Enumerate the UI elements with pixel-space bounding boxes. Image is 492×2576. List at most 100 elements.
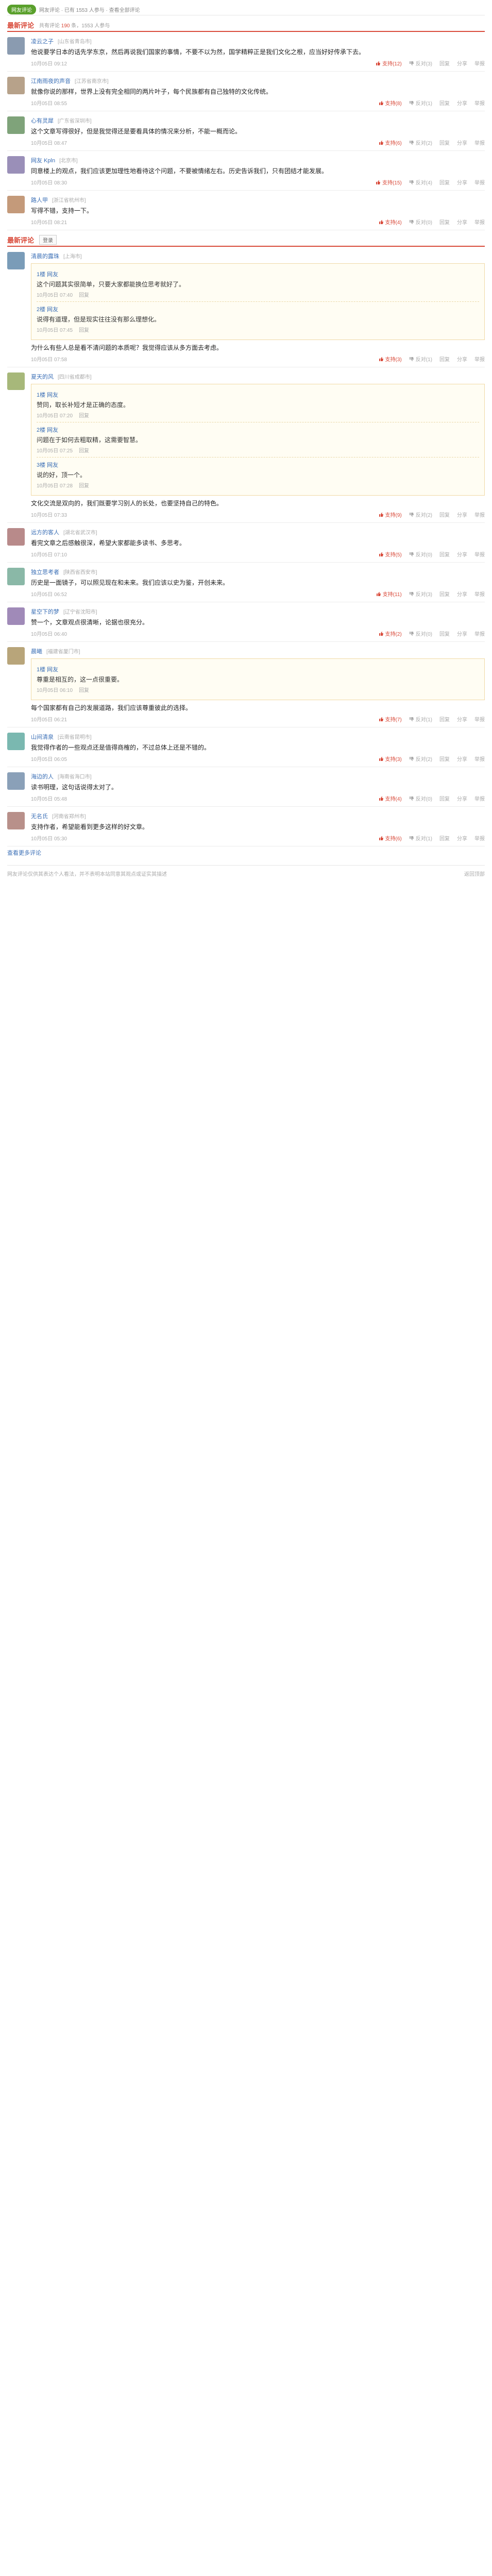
share-button[interactable]: 分享 bbox=[457, 834, 467, 842]
support-button[interactable]: 支持(7) bbox=[379, 715, 402, 723]
oppose-button[interactable]: 反对(0) bbox=[409, 630, 432, 637]
report-button[interactable]: 举报 bbox=[474, 794, 485, 802]
username-link[interactable]: 山间清泉 bbox=[31, 733, 54, 741]
avatar[interactable] bbox=[7, 607, 25, 625]
login-button[interactable]: 登录 bbox=[39, 234, 57, 245]
reply-button[interactable]: 回复 bbox=[439, 755, 450, 762]
oppose-button[interactable]: 反对(1) bbox=[409, 834, 432, 842]
quoted-reply-link[interactable]: 回复 bbox=[79, 291, 89, 298]
quoted-reply-link[interactable]: 回复 bbox=[79, 411, 89, 419]
reply-button[interactable]: 回复 bbox=[439, 59, 450, 67]
avatar[interactable] bbox=[7, 772, 25, 790]
support-button[interactable]: 支持(15) bbox=[376, 178, 402, 186]
username-link[interactable]: 独立思考者 bbox=[31, 568, 59, 576]
share-button[interactable]: 分享 bbox=[457, 178, 467, 186]
oppose-button[interactable]: 反对(4) bbox=[409, 178, 432, 186]
oppose-button[interactable]: 反对(0) bbox=[409, 550, 432, 558]
report-button[interactable]: 举报 bbox=[474, 715, 485, 723]
username-link[interactable]: 网友 Kpln bbox=[31, 156, 55, 164]
username-link[interactable]: 江南雨夜的声音 bbox=[31, 77, 71, 85]
avatar[interactable] bbox=[7, 156, 25, 174]
quoted-user[interactable]: 1楼 网友 bbox=[37, 391, 479, 399]
support-button[interactable]: 支持(5) bbox=[379, 550, 402, 558]
quoted-reply-link[interactable]: 回复 bbox=[79, 686, 89, 693]
share-button[interactable]: 分享 bbox=[457, 715, 467, 723]
reply-button[interactable]: 回复 bbox=[439, 550, 450, 558]
avatar[interactable] bbox=[7, 812, 25, 829]
quoted-user[interactable]: 2楼 网友 bbox=[37, 426, 479, 434]
share-button[interactable]: 分享 bbox=[457, 794, 467, 802]
oppose-button[interactable]: 反对(1) bbox=[409, 355, 432, 363]
report-button[interactable]: 举报 bbox=[474, 218, 485, 226]
reply-button[interactable]: 回复 bbox=[439, 218, 450, 226]
quoted-user[interactable]: 2楼 网友 bbox=[37, 305, 479, 313]
back-to-top-link[interactable]: 返回顶部 bbox=[464, 870, 485, 877]
quoted-reply-link[interactable]: 回复 bbox=[79, 326, 89, 333]
avatar[interactable] bbox=[7, 37, 25, 55]
reply-button[interactable]: 回复 bbox=[439, 355, 450, 363]
report-button[interactable]: 举报 bbox=[474, 178, 485, 186]
quoted-user[interactable]: 1楼 网友 bbox=[37, 270, 479, 278]
share-button[interactable]: 分享 bbox=[457, 511, 467, 518]
report-button[interactable]: 举报 bbox=[474, 355, 485, 363]
report-button[interactable]: 举报 bbox=[474, 630, 485, 637]
oppose-button[interactable]: 反对(1) bbox=[409, 99, 432, 107]
support-button[interactable]: 支持(3) bbox=[379, 355, 402, 363]
avatar[interactable] bbox=[7, 528, 25, 546]
report-button[interactable]: 举报 bbox=[474, 834, 485, 842]
username-link[interactable]: 无名氏 bbox=[31, 812, 48, 820]
support-button[interactable]: 支持(4) bbox=[379, 218, 402, 226]
username-link[interactable]: 心有灵犀 bbox=[31, 116, 54, 125]
report-button[interactable]: 举报 bbox=[474, 99, 485, 107]
reply-button[interactable]: 回复 bbox=[439, 590, 450, 598]
share-button[interactable]: 分享 bbox=[457, 59, 467, 67]
quoted-reply-link[interactable]: 回复 bbox=[79, 446, 89, 454]
avatar[interactable] bbox=[7, 116, 25, 134]
share-button[interactable]: 分享 bbox=[457, 218, 467, 226]
share-button[interactable]: 分享 bbox=[457, 590, 467, 598]
support-button[interactable]: 支持(2) bbox=[379, 630, 402, 637]
report-button[interactable]: 举报 bbox=[474, 511, 485, 518]
username-link[interactable]: 夏天的风 bbox=[31, 372, 54, 381]
reply-button[interactable]: 回复 bbox=[439, 99, 450, 107]
share-button[interactable]: 分享 bbox=[457, 550, 467, 558]
username-link[interactable]: 清晨的露珠 bbox=[31, 252, 59, 260]
quoted-user[interactable]: 3楼 网友 bbox=[37, 461, 479, 469]
username-link[interactable]: 星空下的梦 bbox=[31, 607, 59, 616]
report-button[interactable]: 举报 bbox=[474, 550, 485, 558]
support-button[interactable]: 支持(11) bbox=[376, 590, 402, 598]
report-button[interactable]: 举报 bbox=[474, 590, 485, 598]
avatar[interactable] bbox=[7, 372, 25, 390]
share-button[interactable]: 分享 bbox=[457, 355, 467, 363]
reply-button[interactable]: 回复 bbox=[439, 834, 450, 842]
oppose-button[interactable]: 反对(0) bbox=[409, 794, 432, 802]
share-button[interactable]: 分享 bbox=[457, 139, 467, 146]
support-button[interactable]: 支持(12) bbox=[376, 59, 402, 67]
oppose-button[interactable]: 反对(1) bbox=[409, 715, 432, 723]
support-button[interactable]: 支持(9) bbox=[379, 511, 402, 518]
share-button[interactable]: 分享 bbox=[457, 755, 467, 762]
reply-button[interactable]: 回复 bbox=[439, 630, 450, 637]
support-button[interactable]: 支持(8) bbox=[379, 99, 402, 107]
reply-button[interactable]: 回复 bbox=[439, 794, 450, 802]
reply-button[interactable]: 回复 bbox=[439, 511, 450, 518]
oppose-button[interactable]: 反对(3) bbox=[409, 59, 432, 67]
oppose-button[interactable]: 反对(2) bbox=[409, 511, 432, 518]
share-button[interactable]: 分享 bbox=[457, 630, 467, 637]
avatar[interactable] bbox=[7, 196, 25, 213]
reply-button[interactable]: 回复 bbox=[439, 715, 450, 723]
avatar[interactable] bbox=[7, 647, 25, 665]
username-link[interactable]: 路人甲 bbox=[31, 196, 48, 204]
report-button[interactable]: 举报 bbox=[474, 59, 485, 67]
username-link[interactable]: 远方的客人 bbox=[31, 528, 59, 536]
support-button[interactable]: 支持(6) bbox=[379, 834, 402, 842]
oppose-button[interactable]: 反对(3) bbox=[409, 590, 432, 598]
report-button[interactable]: 举报 bbox=[474, 139, 485, 146]
avatar[interactable] bbox=[7, 733, 25, 750]
avatar[interactable] bbox=[7, 77, 25, 94]
support-button[interactable]: 支持(3) bbox=[379, 755, 402, 762]
support-button[interactable]: 支持(6) bbox=[379, 139, 402, 146]
reply-button[interactable]: 回复 bbox=[439, 178, 450, 186]
report-button[interactable]: 举报 bbox=[474, 755, 485, 762]
reply-button[interactable]: 回复 bbox=[439, 139, 450, 146]
